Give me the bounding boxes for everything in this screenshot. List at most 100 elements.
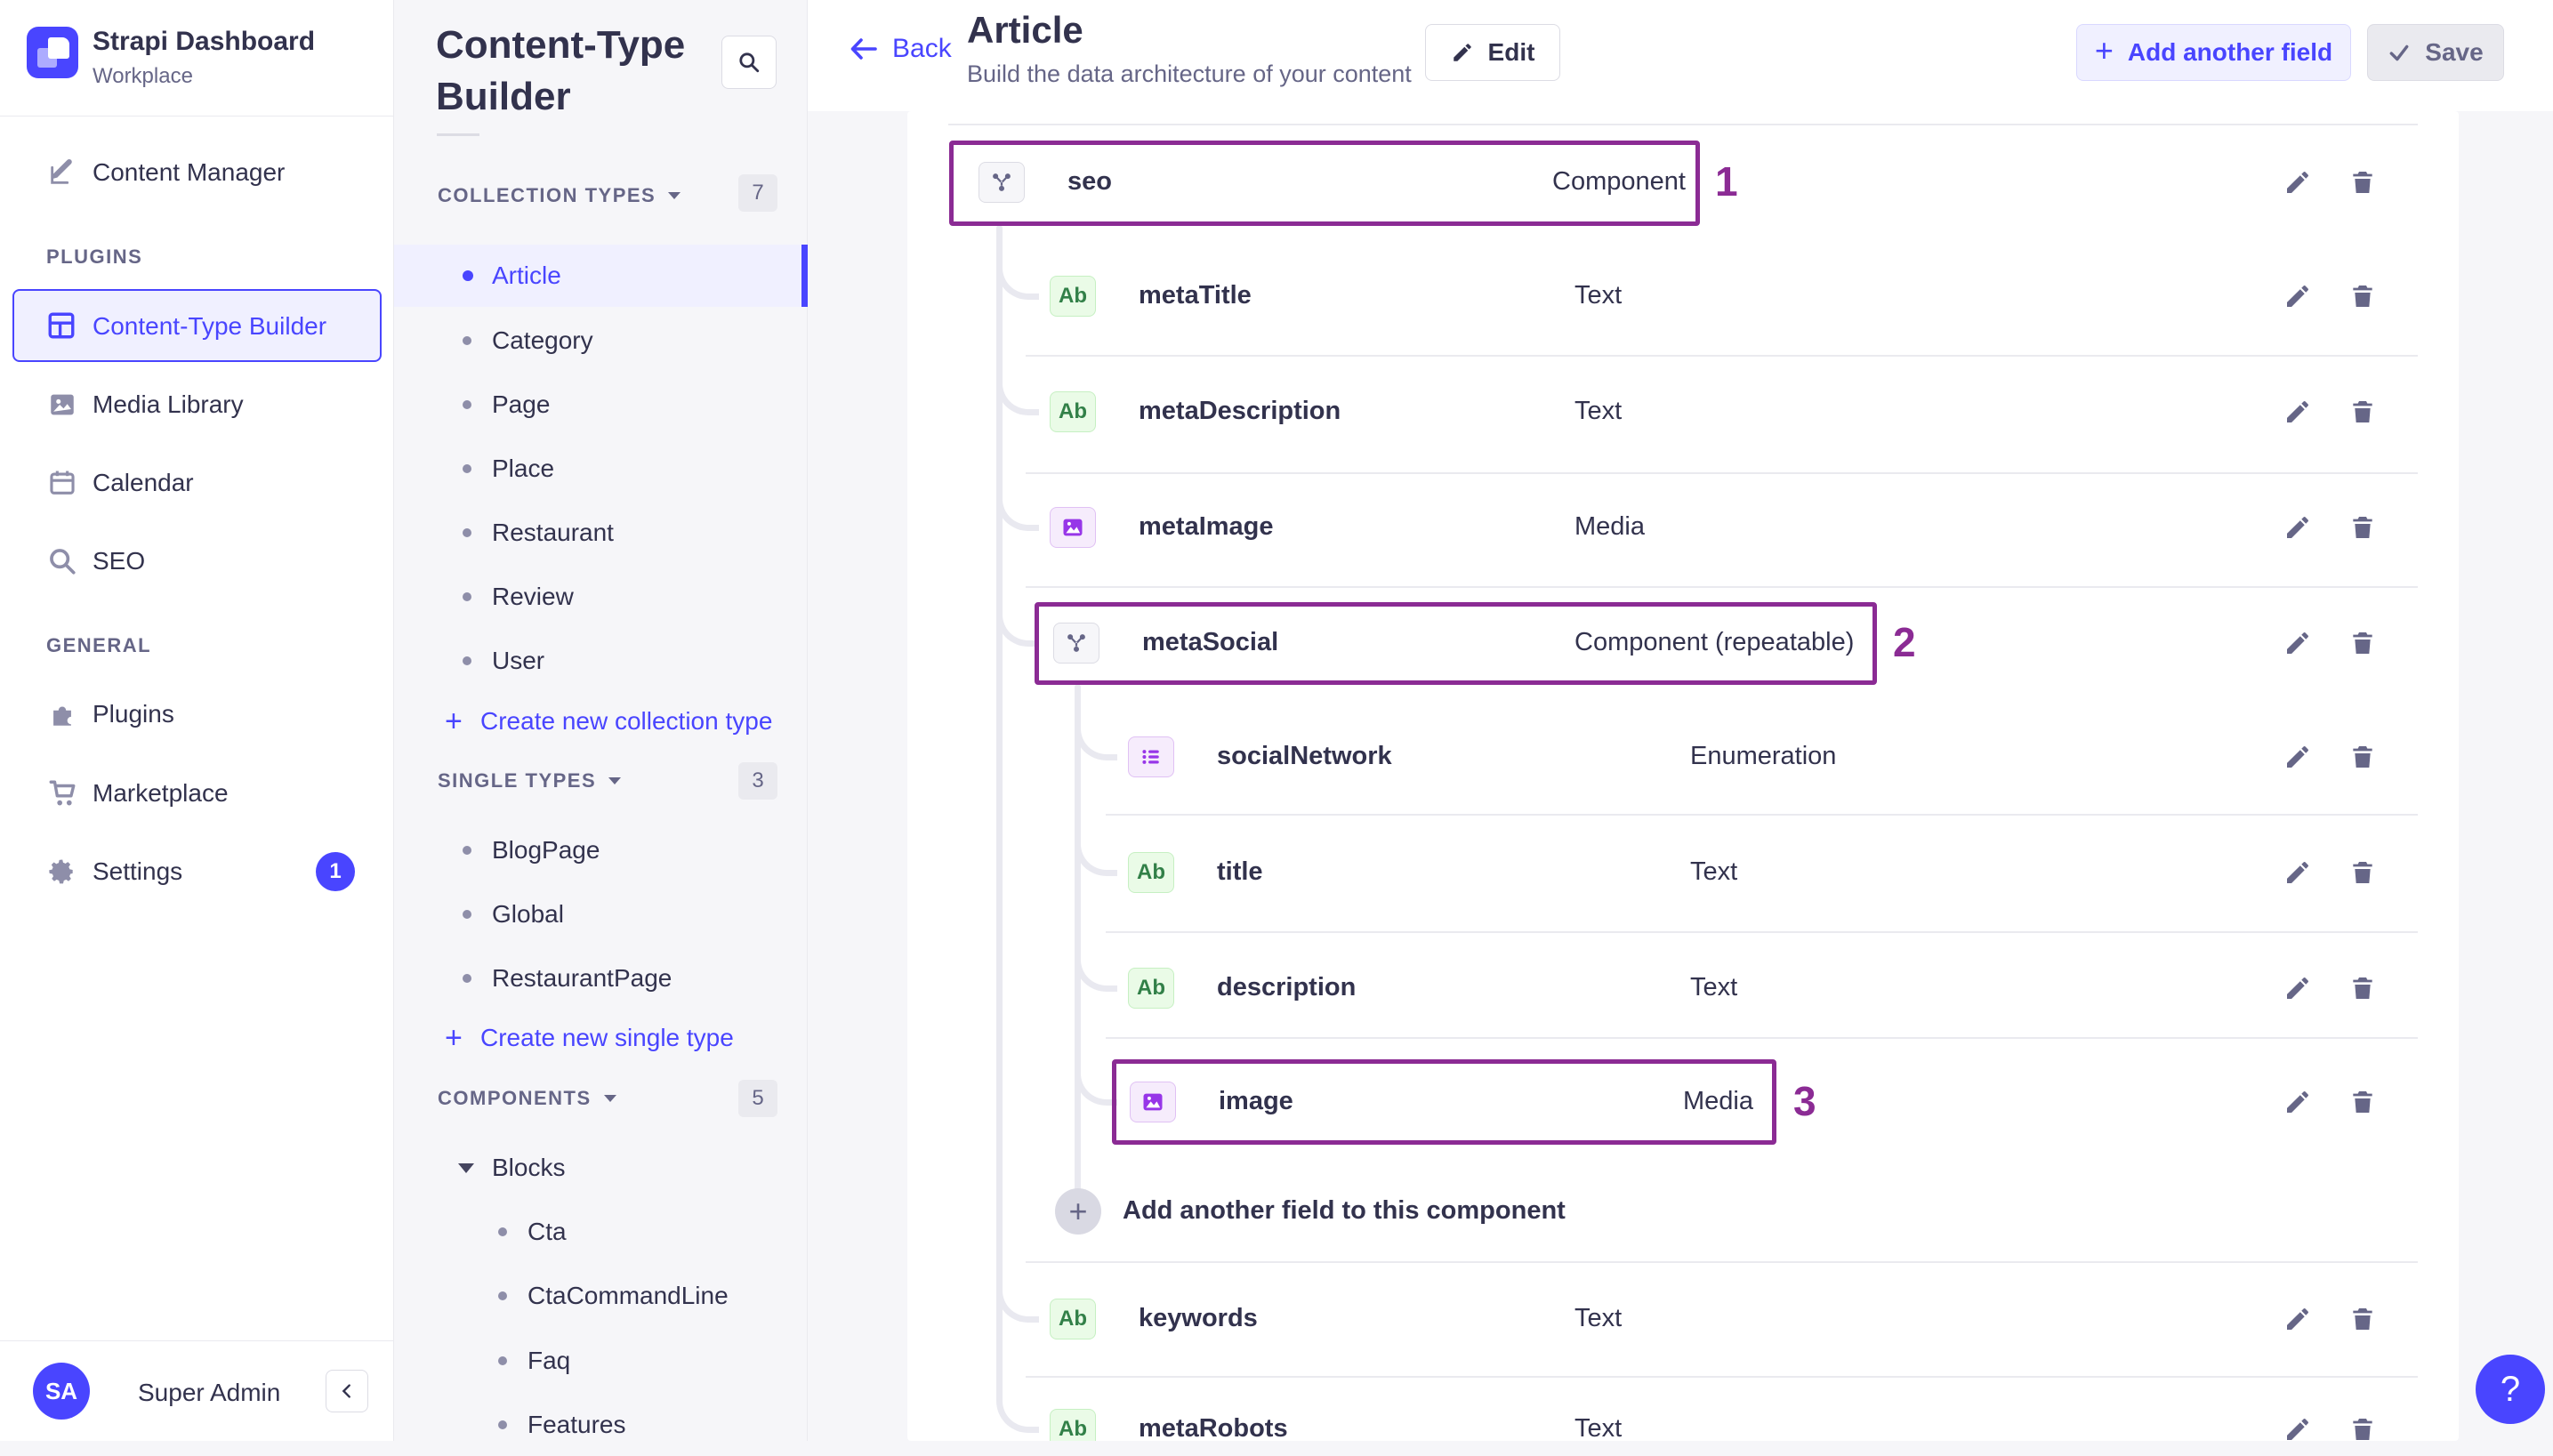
sidebar-item-media-library[interactable]: Media Library — [0, 374, 394, 436]
sidebar-item-features[interactable]: Features — [394, 1394, 808, 1456]
row-divider — [1026, 472, 2418, 474]
sidebar-item-seo[interactable]: SEO — [0, 530, 394, 592]
sidebar-item-category[interactable]: Category — [394, 310, 808, 372]
edit-label: Edit — [1487, 38, 1535, 66]
item-label: User — [492, 647, 545, 674]
trash-icon — [2353, 172, 2372, 193]
help-button[interactable]: ? — [2476, 1355, 2545, 1424]
delete-field-button[interactable] — [2345, 970, 2380, 1006]
delete-field-button[interactable] — [2345, 1301, 2380, 1337]
collection-types-header[interactable]: COLLECTION TYPES — [438, 176, 681, 215]
delete-field-button[interactable] — [2345, 1412, 2380, 1441]
pencil-icon — [2287, 1419, 2308, 1440]
sidebar-item-ctacommandline[interactable]: CtaCommandLine — [394, 1265, 808, 1327]
create-collection-type-link[interactable]: + Create new collection type — [394, 690, 808, 752]
collapse-sidebar-button[interactable] — [326, 1370, 368, 1412]
save-button[interactable]: Save — [2367, 24, 2504, 81]
search-button[interactable] — [721, 36, 777, 89]
field-name: image — [1219, 1087, 1293, 1115]
sidebar-group-blocks[interactable]: Blocks — [394, 1137, 808, 1199]
sidebar-item-settings[interactable]: Settings 1 — [0, 841, 394, 903]
delete-field-button[interactable] — [2345, 1084, 2380, 1120]
delete-field-button[interactable] — [2345, 165, 2380, 200]
sidebar-item-label: Marketplace — [93, 779, 229, 807]
sidebar-item-page[interactable]: Page — [394, 374, 808, 436]
edit-field-button[interactable] — [2280, 278, 2315, 314]
edit-field-button[interactable] — [2280, 1084, 2315, 1120]
fields-panel: seo Component Ab metaTitle Text Ab metaD… — [907, 111, 2459, 1441]
sidebar-item-faq[interactable]: Faq — [394, 1330, 808, 1392]
add-field-to-component-button[interactable]: + — [1055, 1188, 1101, 1235]
trash-icon — [2353, 977, 2372, 999]
general-section-header: GENERAL — [46, 634, 152, 656]
annotation-number-1: 1 — [1715, 158, 1738, 205]
plugins-section-header: PLUGINS — [46, 245, 143, 268]
field-name: title — [1217, 857, 1263, 886]
sidebar-item-review[interactable]: Review — [394, 566, 808, 628]
user-name: Super Admin — [138, 1379, 281, 1406]
sidebar-item-label: Content-Type Builder — [93, 312, 327, 340]
sidebar-item-marketplace[interactable]: Marketplace — [0, 762, 394, 825]
bullet-icon — [463, 974, 471, 983]
back-button[interactable]: Back — [848, 34, 952, 64]
sidebar-item-cta[interactable]: Cta — [394, 1201, 808, 1263]
group-label: Blocks — [492, 1154, 566, 1181]
edit-field-button[interactable] — [2280, 1412, 2315, 1441]
field-type: Text — [1574, 1304, 1623, 1332]
field-name: keywords — [1139, 1304, 1258, 1332]
edit-field-button[interactable] — [2280, 970, 2315, 1006]
section-label: SINGLE TYPES — [438, 769, 597, 792]
brand-subtitle: Workplace — [93, 64, 193, 88]
edit-field-button[interactable] — [2280, 739, 2315, 775]
sidebar-item-calendar[interactable]: Calendar — [0, 452, 394, 514]
section-label: COLLECTION TYPES — [438, 184, 656, 206]
sidebar-item-place[interactable]: Place — [394, 438, 808, 500]
app-sidebar: Strapi Dashboard Workplace Content Manag… — [0, 0, 394, 1441]
create-single-type-link[interactable]: + Create new single type — [394, 1007, 808, 1069]
edit-field-button[interactable] — [2280, 855, 2315, 890]
field-type: Media — [1574, 512, 1645, 541]
link-label: Create new collection type — [480, 707, 773, 735]
sidebar-item-user[interactable]: User — [394, 630, 808, 692]
brand-title: Strapi Dashboard — [93, 27, 316, 56]
sidebar-item-restaurant[interactable]: Restaurant — [394, 502, 808, 564]
edit-field-button[interactable] — [2280, 394, 2315, 430]
sidebar-item-restaurantpage[interactable]: RestaurantPage — [394, 947, 808, 1010]
row-divider — [1106, 1037, 2418, 1039]
trash-icon — [2353, 632, 2372, 654]
delete-field-button[interactable] — [2345, 510, 2380, 545]
delete-field-button[interactable] — [2345, 855, 2380, 890]
edit-button[interactable]: Edit — [1425, 24, 1560, 81]
add-field-to-component-label[interactable]: Add another field to this component — [1123, 1196, 1566, 1226]
edit-field-button[interactable] — [2280, 510, 2315, 545]
user-avatar: SA — [33, 1363, 90, 1420]
delete-field-button[interactable] — [2345, 625, 2380, 661]
trash-icon — [2353, 1091, 2372, 1113]
field-type: Text — [1574, 281, 1623, 310]
sidebar-item-article[interactable]: Article — [394, 245, 808, 307]
sidebar-item-content-type-builder[interactable]: Content-Type Builder — [12, 289, 382, 362]
delete-field-button[interactable] — [2345, 739, 2380, 775]
user-area: SA Super Admin — [0, 1340, 394, 1441]
back-label: Back — [892, 34, 952, 63]
delete-field-button[interactable] — [2345, 278, 2380, 314]
edit-field-button[interactable] — [2280, 625, 2315, 661]
sidebar-item-content-manager[interactable]: Content Manager — [0, 141, 394, 204]
trash-icon — [2353, 1308, 2372, 1330]
link-label: Create new single type — [480, 1024, 734, 1051]
item-label: CtaCommandLine — [528, 1282, 729, 1309]
section-label: COMPONENTS — [438, 1087, 592, 1109]
delete-field-button[interactable] — [2345, 394, 2380, 430]
field-name: metaDescription — [1139, 397, 1341, 425]
add-another-field-button[interactable]: + Add another field — [2076, 24, 2351, 81]
single-types-header[interactable]: SINGLE TYPES — [438, 761, 622, 800]
collection-types-count: 7 — [738, 174, 777, 212]
sidebar-item-blogpage[interactable]: BlogPage — [394, 819, 808, 881]
edit-field-button[interactable] — [2280, 165, 2315, 200]
content-area: seo Component Ab metaTitle Text Ab metaD… — [808, 111, 2553, 1441]
components-header[interactable]: COMPONENTS — [438, 1079, 616, 1118]
sidebar-item-plugins[interactable]: Plugins — [0, 683, 394, 745]
sidebar-item-global[interactable]: Global — [394, 883, 808, 945]
edit-field-button[interactable] — [2280, 1301, 2315, 1337]
pencil-icon — [2287, 401, 2308, 422]
